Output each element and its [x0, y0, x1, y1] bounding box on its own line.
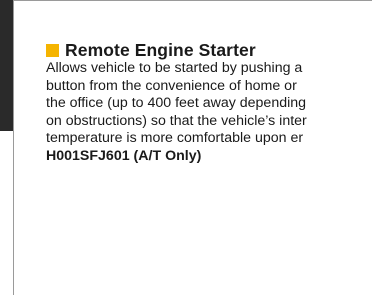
- document-page: Remote Engine Starter Allows vehicle to …: [0, 0, 372, 295]
- top-divider: [13, 0, 372, 1]
- section-description: Allows vehicle to be started by pushing …: [46, 60, 372, 148]
- description-line: temperature is more comfortable upon er: [46, 130, 304, 147]
- left-frame-line: [13, 0, 14, 295]
- description-line: on obstructions) so that the vehicle’s i…: [46, 112, 307, 129]
- section-title: Remote Engine Starter: [65, 39, 256, 60]
- accessory-section: Remote Engine Starter Allows vehicle to …: [46, 40, 372, 166]
- description-line: button from the convenience of home or: [46, 77, 297, 94]
- description-line: Allows vehicle to be started by pushing …: [46, 60, 303, 76]
- part-number: H001SFJ601 (A/T Only): [46, 147, 202, 164]
- description-line: the office (up to 400 feet away dependin…: [46, 95, 307, 112]
- side-tab-strip: [0, 0, 13, 131]
- section-heading: Remote Engine Starter: [46, 40, 372, 60]
- square-bullet-icon: [46, 43, 59, 57]
